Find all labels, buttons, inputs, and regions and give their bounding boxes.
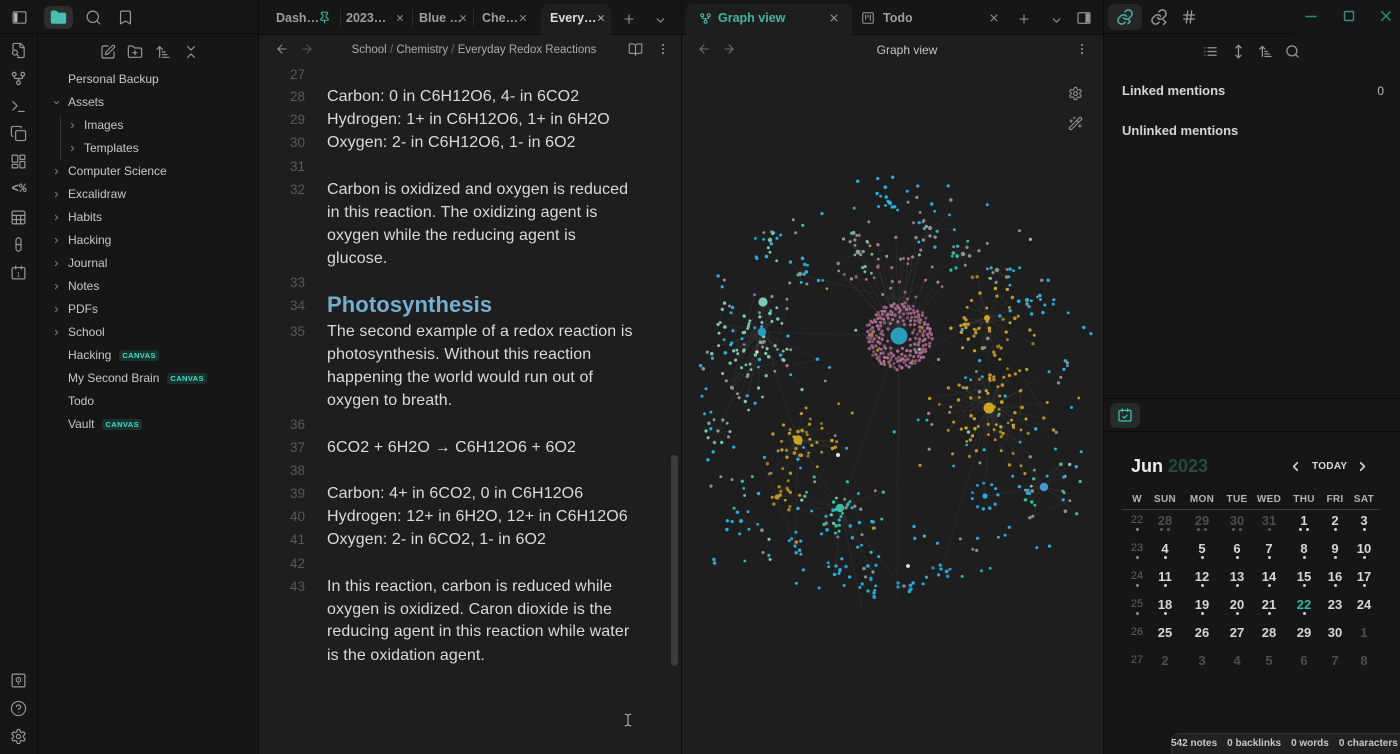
svg-text:1: 1 — [17, 271, 21, 278]
